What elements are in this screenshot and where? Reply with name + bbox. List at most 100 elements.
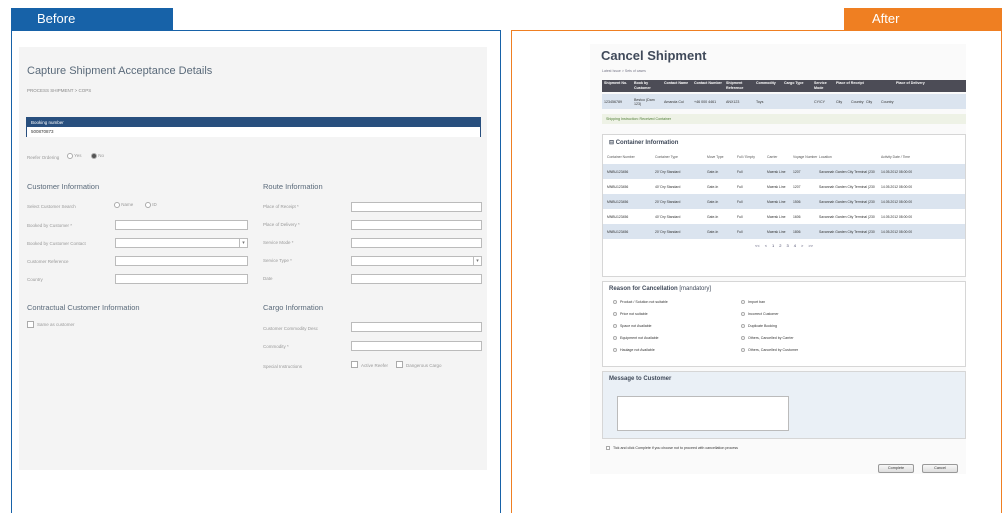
collapse-icon[interactable]: ⊟ <box>609 140 614 146</box>
booking-number-field[interactable]: 500870873 <box>27 127 480 137</box>
page-title: Capture Shipment Acceptance Details <box>27 65 213 77</box>
dangerous-cargo-checkbox[interactable] <box>396 361 403 368</box>
container-table-header: Container Number Container Type Move Type F… <box>607 155 911 159</box>
last-page-link[interactable]: >> <box>808 243 813 248</box>
dangerous-cargo-label: Dangerous Cargo <box>406 363 442 368</box>
table-row[interactable]: MNBU123456 40' Dry Standard Gate-In Full Mae… <box>603 179 965 194</box>
column-header: Place of Receipt <box>836 81 864 85</box>
first-page-link[interactable]: << <box>755 243 760 248</box>
page-link[interactable]: 1 <box>772 243 774 248</box>
page-link[interactable]: 3 <box>787 243 789 248</box>
field-label: Place of Receipt * <box>263 204 299 209</box>
column-header: Contact Name <box>664 81 689 85</box>
commodity-desc-input[interactable] <box>351 322 482 332</box>
reason-option[interactable]: Others, Cancelled by Customer <box>741 348 798 352</box>
active-reefer-label: Active Reefer <box>361 363 389 368</box>
table-row[interactable]: MNBU123456 20' Dry Standard Gate-In Full Mae… <box>603 164 965 179</box>
next-page-link[interactable]: > <box>801 243 803 248</box>
field-label: Customer Reference <box>27 259 69 264</box>
search-name-radio[interactable]: Name <box>114 202 133 208</box>
same-as-customer-checkbox[interactable] <box>27 321 34 328</box>
complete-button[interactable]: Complete <box>878 464 914 473</box>
shipping-instruction: Shipping Instruction: Received Container <box>602 114 966 124</box>
column-header: Place of Delivery <box>896 81 925 85</box>
booked-by-customer-input[interactable] <box>115 220 248 230</box>
reason-option[interactable]: Others, Cancelled by Carrier <box>741 336 794 340</box>
reason-option[interactable]: Incorrect Customer <box>741 312 779 316</box>
commodity-input[interactable] <box>351 341 482 351</box>
column-header: Service Mode <box>814 81 827 90</box>
field-label: Service Mode * <box>263 240 294 245</box>
column-header: Commodity <box>756 81 776 85</box>
route-info-heading: Route Information <box>263 182 323 191</box>
cancel-button[interactable]: Cancel <box>922 464 958 473</box>
active-reefer-checkbox[interactable] <box>351 361 358 368</box>
table-row[interactable]: MNBU123456 20' Dry Standard Gate-In Full Mae… <box>603 194 965 209</box>
customer-search-label: Select Customer Search <box>27 204 76 209</box>
column-header: Book by Customer <box>634 81 651 90</box>
cargo-heading: Cargo Information <box>263 303 324 312</box>
reason-option[interactable]: Import ban <box>741 300 765 304</box>
place-of-receipt-input[interactable] <box>351 202 482 212</box>
field-label: Date <box>263 276 273 281</box>
pagination: << < 1 2 3 4 > >> <box>603 243 965 248</box>
tab-before: Before <box>11 8 173 30</box>
customer-reference-input[interactable] <box>115 256 248 266</box>
search-id-radio[interactable]: ID <box>145 202 157 208</box>
field-label: Booked by Customer * <box>27 223 73 228</box>
shipment-table-header: Shipment No. Book by Customer Contact Na… <box>602 80 966 92</box>
customer-info-heading: Customer Information <box>27 182 100 191</box>
booking-header: Booking number <box>27 118 480 127</box>
after-form: Cancel Shipment Latest Issue > Sets of c… <box>590 44 966 474</box>
same-as-customer-label: Same as customer <box>37 322 75 327</box>
date-input[interactable] <box>351 274 482 284</box>
breadcrumb: Latest Issue > Sets of cases <box>602 69 646 73</box>
field-label: Country <box>27 277 43 282</box>
shipment-row: 123456789 Bestco (Dam 123) Amanda Cui +4… <box>602 94 966 109</box>
reason-option[interactable]: Product / Solution not suitable <box>613 300 668 304</box>
reefer-no-radio[interactable]: No <box>91 153 104 159</box>
reefer-label: Reefer Ordering <box>27 155 60 160</box>
column-header: Cargo Type <box>784 81 804 85</box>
page-title: Cancel Shipment <box>601 48 707 63</box>
reason-heading: Reason for Cancellation [mandatory] <box>609 286 712 292</box>
container-section: ⊟ Container Information Container Number… <box>602 134 966 277</box>
field-label: Booked by Customer Contact <box>27 241 86 246</box>
column-header: Shipment Reference <box>726 81 744 90</box>
contractual-heading: Contractual Customer Information <box>27 303 140 312</box>
before-form: Capture Shipment Acceptance Details PROC… <box>19 47 487 470</box>
place-of-delivery-input[interactable] <box>351 220 482 230</box>
reefer-yes-radio[interactable]: Yes <box>67 153 82 159</box>
reason-option[interactable]: Space not Available <box>613 324 652 328</box>
reason-option[interactable]: Duplicate Booking <box>741 324 777 328</box>
reason-option[interactable]: Price not suitable <box>613 312 648 316</box>
page-link[interactable]: 2 <box>779 243 781 248</box>
reason-section: Reason for Cancellation [mandatory] Prod… <box>602 281 966 367</box>
service-type-select[interactable]: ▾ <box>351 256 482 266</box>
message-textarea[interactable] <box>617 396 789 431</box>
field-label: Customer Commodity Desc <box>263 326 319 331</box>
message-section: Message to Customer <box>602 371 966 439</box>
column-header: Shipment No. <box>604 81 628 85</box>
booking-number-box: Booking number 500870873 <box>26 117 481 137</box>
service-mode-input[interactable] <box>351 238 482 248</box>
chevron-down-icon: ▾ <box>239 239 247 247</box>
field-label: Place of Delivery * <box>263 222 300 227</box>
prev-page-link[interactable]: < <box>765 243 767 248</box>
page-link[interactable]: 4 <box>794 243 796 248</box>
field-label: Special Instructions <box>263 364 303 369</box>
chevron-down-icon: ▾ <box>473 257 481 265</box>
tab-after: After <box>844 8 1002 30</box>
table-row[interactable]: MNBU123456 40' Dry Standard Gate-In Full Mae… <box>603 209 965 224</box>
customer-contact-select[interactable]: ▾ <box>115 238 248 248</box>
breadcrumb: PROCESS SHIPMENT > COPS <box>27 88 92 93</box>
reason-option[interactable]: Haulage not Available <box>613 348 655 352</box>
country-input[interactable] <box>115 274 248 284</box>
reason-option[interactable]: Equipment not Available <box>613 336 659 340</box>
container-heading[interactable]: ⊟ Container Information <box>603 135 965 150</box>
tick-note[interactable]: Tick and click Complete if you choose no… <box>606 446 738 450</box>
field-label: Service Type * <box>263 258 292 263</box>
field-label: Commodity * <box>263 344 289 349</box>
table-row[interactable]: MNBU123456 20' Dry Standard Gate-In Full Mae… <box>603 224 965 239</box>
column-header: Contact Number <box>694 81 722 85</box>
